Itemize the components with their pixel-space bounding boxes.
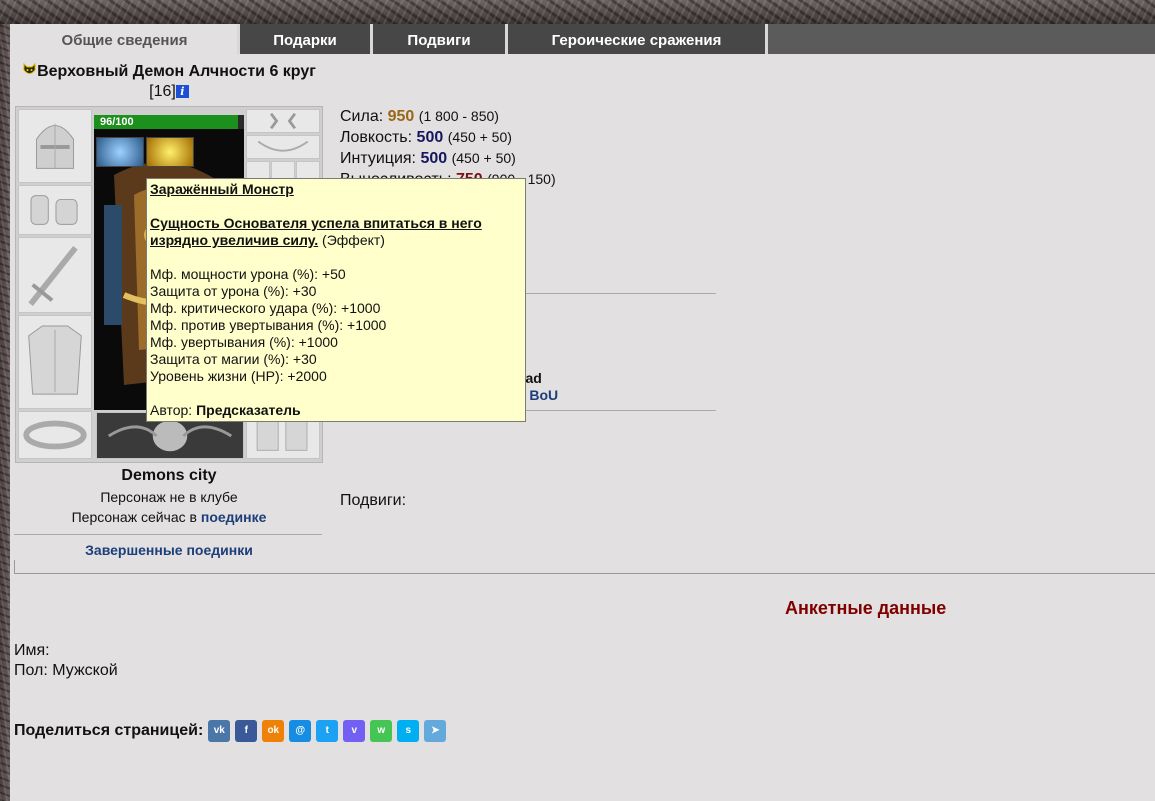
- earring-icon: [269, 112, 297, 130]
- effect-blue-icon[interactable]: [96, 137, 144, 167]
- tooltip-effect-line: Защита от магии (%): +30: [150, 351, 317, 367]
- tooltip-effect-line: Уровень жизни (HP): +2000: [150, 368, 327, 384]
- helmet-icon: [36, 123, 74, 169]
- hp-bar: 96/100: [94, 115, 244, 129]
- divider: [14, 573, 1155, 574]
- stone-frame-top: [0, 0, 1155, 24]
- tab-heroic-battles[interactable]: Героические сражения: [508, 24, 768, 54]
- telegram-share-icon[interactable]: ➤: [424, 720, 447, 742]
- tooltip-title: Заражённый Монстр: [150, 181, 294, 197]
- weapon-slot[interactable]: [18, 237, 92, 313]
- whatsapp-share-icon[interactable]: w: [370, 720, 393, 742]
- divider: [14, 560, 15, 574]
- share-buttons: vk f ok @ t v w s ➤: [208, 720, 451, 742]
- tooltip-description: Сущность Основателя успела впитаться в н…: [150, 215, 482, 248]
- profile-sex-field: Пол: Мужской: [14, 662, 118, 679]
- earring-slot[interactable]: [246, 109, 320, 133]
- twitter-share-icon[interactable]: t: [316, 720, 339, 742]
- tooltip-effect-line: Мф. критического удара (%): +1000: [150, 300, 381, 316]
- battle-link[interactable]: поединке: [201, 509, 267, 525]
- finished-fights-link[interactable]: Завершенные поединки: [85, 542, 253, 558]
- profile-name-field: Имя:: [14, 642, 50, 659]
- viber-share-icon[interactable]: v: [343, 720, 366, 742]
- amulet-slot[interactable]: [246, 135, 320, 159]
- vk-share-icon[interactable]: vk: [208, 720, 231, 742]
- belt-icon: [23, 420, 87, 450]
- stat-agility: Ловкость: 500 (450 + 50): [340, 129, 512, 146]
- tooltip-author: Автор: Предсказатель: [150, 402, 301, 418]
- profile-title: Анкетные данные: [785, 598, 947, 618]
- tab-general-info[interactable]: Общие сведения: [12, 24, 240, 54]
- stone-frame-left: [0, 24, 10, 801]
- character-name: Верховный Демон Алчности 6 круг: [37, 63, 316, 80]
- amulet-icon: [257, 140, 309, 152]
- tooltip-effect-line: Мф. против увертывания (%): +1000: [150, 317, 387, 333]
- tooltip-effect-line: Защита от урона (%): +30: [150, 283, 317, 299]
- share-label: Поделиться страницей:: [14, 722, 204, 739]
- moimir-share-icon[interactable]: @: [289, 720, 312, 742]
- bracers-slot[interactable]: [18, 185, 92, 235]
- sword-icon: [28, 245, 78, 307]
- demon-alignment-icon: [22, 62, 37, 77]
- tooltip-effect-line: Мф. мощности урона (%): +50: [150, 266, 346, 282]
- armor-icon: [28, 325, 82, 395]
- share-bar: Поделиться страницей: vk f ok @ t v w s ➤: [14, 720, 451, 742]
- bracers-icon: [30, 195, 78, 225]
- character-name-block: Верховный Демон Алчности 6 круг [16] i: [14, 62, 324, 102]
- tab-bar: Общие сведения Подарки Подвиги Героическ…: [12, 24, 1155, 54]
- battle-status: Персонаж сейчас в поединке: [71, 509, 267, 525]
- armor-slot[interactable]: [18, 315, 92, 409]
- facebook-share-icon[interactable]: f: [235, 720, 258, 742]
- city-name: Demons city: [121, 467, 217, 484]
- tooltip-effects: Мф. мощности урона (%): +50 Защита от уро…: [150, 266, 522, 385]
- skype-share-icon[interactable]: s: [397, 720, 420, 742]
- stat-strength: Сила: 950 (1 800 - 850): [340, 108, 499, 125]
- belt-slot[interactable]: [18, 411, 92, 459]
- helmet-slot[interactable]: [18, 109, 92, 183]
- stat-intuition: Интуиция: 500 (450 + 50): [340, 150, 516, 167]
- tooltip-effect-line: Мф. увертывания (%): +1000: [150, 334, 338, 350]
- effect-gold-icon[interactable]: [146, 137, 194, 167]
- tab-feats[interactable]: Подвиги: [373, 24, 508, 54]
- effect-tooltip: Заражённый Монстр Сущность Основателя ус…: [146, 178, 526, 422]
- feats-label: Подвиги:: [340, 492, 407, 509]
- finished-fights-block: Завершенные поединки: [14, 542, 324, 558]
- character-level: [16]: [149, 83, 176, 100]
- clan-status: Персонаж не в клубе: [100, 489, 238, 505]
- info-icon[interactable]: i: [175, 85, 189, 98]
- hp-text: 96/100: [100, 116, 134, 128]
- odnoklassniki-share-icon[interactable]: ok: [262, 720, 285, 742]
- tab-bar-filler: [768, 24, 1155, 54]
- tab-gifts[interactable]: Подарки: [240, 24, 373, 54]
- divider: [14, 534, 322, 535]
